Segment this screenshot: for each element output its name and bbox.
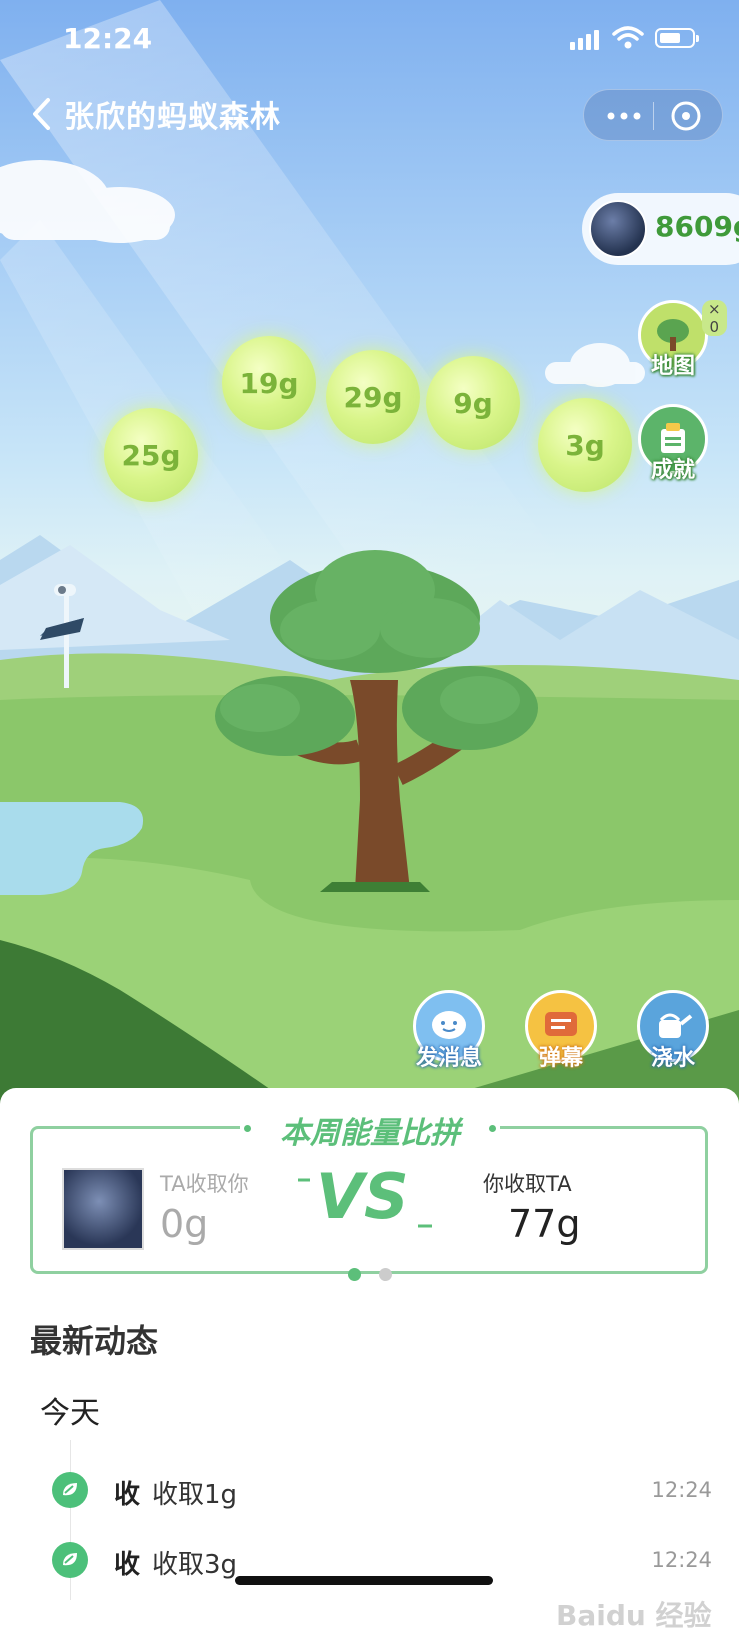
news-item[interactable]: 收 收取1g 12:24 bbox=[52, 1470, 712, 1510]
page-dot[interactable] bbox=[379, 1268, 392, 1281]
map-label: 地图 bbox=[650, 354, 695, 379]
water-label: 浇水 bbox=[650, 1046, 695, 1071]
news-item-actor: 收 bbox=[114, 1480, 141, 1510]
send-message-button[interactable]: 发消息 bbox=[409, 990, 489, 1072]
danmaku-button[interactable]: 弹幕 bbox=[521, 990, 601, 1072]
news-item-action: 收取3g bbox=[152, 1550, 238, 1580]
my-energy-badge[interactable]: 8609g bbox=[582, 193, 739, 265]
energy-ball[interactable]: 3g bbox=[538, 398, 632, 492]
energy-ball[interactable]: 9g bbox=[426, 356, 520, 450]
capsule-divider bbox=[653, 102, 654, 130]
you-collect-label: 你收取TA bbox=[483, 1172, 572, 1196]
bottom-panel: 本周能量比拼 TA收取你 0g VS 你收取TA 77g 最新动态 今天 收 收… bbox=[0, 1088, 739, 1632]
vs-text: VS bbox=[316, 1160, 409, 1233]
news-item[interactable]: 收 收取3g 12:24 bbox=[52, 1540, 712, 1580]
energy-ball[interactable]: 25g bbox=[104, 408, 198, 502]
map-badge: × 0 bbox=[702, 300, 727, 336]
news-heading: 最新动态 bbox=[30, 1322, 159, 1360]
water-button[interactable]: 浇水 bbox=[633, 990, 713, 1072]
cellular-signal-icon bbox=[570, 30, 599, 50]
my-energy-value: 8609g bbox=[655, 210, 739, 243]
map-button[interactable]: 地图 × 0 bbox=[636, 300, 727, 380]
wifi-icon bbox=[612, 26, 644, 49]
cloud-right bbox=[545, 343, 645, 387]
weekly-compare-title: 本周能量比拼 bbox=[240, 1108, 500, 1152]
ta-collect-value: 0g bbox=[160, 1202, 209, 1246]
status-time: 12:24 bbox=[63, 22, 153, 55]
page-dot-active[interactable] bbox=[348, 1268, 361, 1281]
back-chevron-icon[interactable] bbox=[30, 94, 54, 134]
page-title: 张欣的蚂蚁森林 bbox=[64, 100, 281, 135]
news-item-time: 12:24 bbox=[651, 1548, 712, 1572]
baidu-watermark: Baidu 经验 bbox=[556, 1599, 712, 1632]
danmaku-label: 弹幕 bbox=[538, 1046, 583, 1071]
news-item-action: 收取1g bbox=[152, 1480, 238, 1510]
send-message-label: 发消息 bbox=[415, 1046, 482, 1071]
vs-logo: VS bbox=[298, 1160, 432, 1233]
page-dots bbox=[348, 1268, 392, 1281]
more-options-icon[interactable] bbox=[604, 96, 644, 136]
news-item-actor: 收 bbox=[114, 1550, 141, 1580]
battery-icon bbox=[655, 28, 699, 48]
energy-ball[interactable]: 29g bbox=[326, 350, 420, 444]
achievements-label: 成就 bbox=[650, 458, 695, 483]
close-miniapp-icon[interactable] bbox=[666, 96, 706, 136]
collect-leaf-icon bbox=[52, 1472, 88, 1508]
news-item-time: 12:24 bbox=[651, 1478, 712, 1502]
news-day-label: 今天 bbox=[40, 1396, 100, 1431]
forest-background bbox=[0, 0, 739, 1110]
nav-bar: 张欣的蚂蚁森林 bbox=[30, 92, 281, 136]
miniapp-capsule bbox=[583, 89, 723, 141]
achievements-button[interactable]: 成就 bbox=[636, 404, 710, 484]
home-indicator[interactable] bbox=[235, 1576, 493, 1585]
user-avatar bbox=[589, 200, 647, 258]
you-collect-value: 77g bbox=[508, 1202, 581, 1246]
energy-ball[interactable]: 19g bbox=[222, 336, 316, 430]
collect-leaf-icon bbox=[52, 1542, 88, 1578]
ta-collect-label: TA收取你 bbox=[160, 1172, 249, 1196]
friend-avatar bbox=[62, 1168, 144, 1250]
forest-scene: 12:24 张欣的蚂蚁森林 8609g 25g 19g 29g 9g 3g bbox=[0, 0, 739, 1110]
status-bar: 12:24 bbox=[0, 0, 739, 80]
